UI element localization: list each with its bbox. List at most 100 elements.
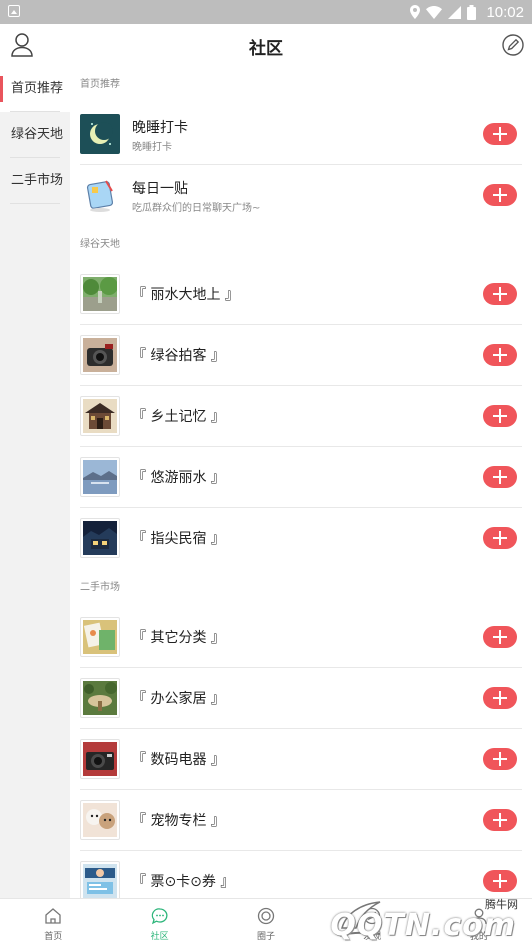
sidebar-item-label: 二手市场 (11, 173, 64, 188)
status-icons: 10:02 (410, 0, 524, 24)
list-item[interactable]: 『 指尖民宿 』 (80, 508, 522, 569)
page-title: 社区 (249, 39, 283, 59)
forum-thumbnail (80, 861, 120, 898)
watermark-domain: QQTN.com (330, 908, 516, 943)
list-item[interactable]: 『 票⊙卡⊙券 』 (80, 851, 522, 898)
tab-home[interactable]: 首页 (0, 899, 106, 946)
add-forum-button[interactable] (483, 283, 517, 305)
list-item[interactable]: 每日一贴 吃瓜群众们的日常聊天广场~ (80, 165, 522, 226)
forum-name: 晚睡打卡 (132, 120, 188, 136)
section-title: 绿谷天地 (80, 239, 120, 250)
list-item[interactable]: 『 悠游丽水 』 (80, 447, 522, 508)
battery-icon (467, 4, 477, 20)
forum-name: 『 悠游丽水 』 (132, 470, 225, 486)
chat-bubble-icon (151, 908, 168, 925)
forum-name: 『 其它分类 』 (132, 630, 225, 646)
list-item[interactable]: 『 丽水大地上 』 (80, 264, 522, 325)
list-item[interactable]: 『 办公家居 』 (80, 668, 522, 729)
moon-night-image (80, 114, 120, 154)
forum-description: 晚睡打卡 (132, 142, 172, 153)
tickets-image (83, 864, 117, 898)
sidebar-item-green-valley[interactable]: 绿谷天地 (0, 112, 70, 158)
forum-name: 『 数码电器 』 (132, 752, 225, 768)
status-bar: 10:02 (0, 0, 532, 24)
add-forum-button[interactable] (483, 748, 517, 770)
forum-name: 『 指尖民宿 』 (132, 531, 225, 547)
forum-thumbnail (80, 274, 120, 314)
add-forum-button[interactable] (483, 405, 517, 427)
add-forum-button[interactable] (483, 870, 517, 892)
green-street-image (83, 277, 118, 311)
forum-thumbnail (80, 114, 120, 154)
forum-thumbnail (80, 457, 120, 497)
forum-name: 每日一贴 (132, 181, 188, 197)
garden-table-image (83, 681, 117, 715)
night-house-image (83, 521, 117, 555)
add-forum-button[interactable] (483, 184, 517, 206)
misc-items-image (83, 620, 117, 654)
sidebar-item-label: 首页推荐 (11, 81, 64, 96)
pencil-circle-icon (502, 34, 524, 56)
app-header: 社区 (0, 24, 532, 66)
old-building-image (83, 399, 117, 433)
lake-scenery-image (83, 460, 117, 494)
forum-name: 『 办公家居 』 (132, 691, 225, 707)
forum-name: 『 绿谷拍客 』 (132, 348, 225, 364)
add-forum-button[interactable] (483, 626, 517, 648)
sticky-note-image (80, 175, 120, 215)
forum-name: 『 票⊙卡⊙券 』 (132, 874, 235, 890)
sidebar-item-recommend[interactable]: 首页推荐 (0, 66, 70, 112)
tab-label: 首页 (44, 932, 63, 942)
forum-thumbnail (80, 396, 120, 436)
location-icon (410, 5, 421, 19)
add-forum-button[interactable] (483, 123, 517, 145)
list-item[interactable]: 『 其它分类 』 (80, 607, 522, 668)
section-title: 首页推荐 (80, 79, 120, 90)
forum-name: 『 宠物专栏 』 (132, 813, 225, 829)
circle-target-icon (257, 907, 275, 925)
forum-name: 『 丽水大地上 』 (132, 287, 239, 303)
add-forum-button[interactable] (483, 687, 517, 709)
forum-thumbnail (80, 678, 120, 718)
forum-name: 『 乡土记忆 』 (132, 409, 225, 425)
sidebar-item-second-hand[interactable]: 二手市场 (0, 158, 70, 204)
sidebar-item-label: 绿谷天地 (11, 127, 64, 142)
forum-list: 首页推荐 晚睡打卡 晚睡打卡 每日一贴 吃瓜群众们的日常聊天广场~ 绿谷天地 『… (70, 66, 532, 898)
forum-thumbnail (80, 175, 120, 215)
list-item[interactable]: 『 数码电器 』 (80, 729, 522, 790)
section-second-hand: 『 其它分类 』 『 办公家居 』 『 数码电器 』 『 宠物专栏 』 『 票⊙… (70, 607, 532, 898)
list-item[interactable]: 『 乡土记忆 』 (80, 386, 522, 447)
wifi-icon (426, 5, 443, 19)
list-item[interactable]: 『 宠物专栏 』 (80, 790, 522, 851)
clock-time: 10:02 (486, 3, 524, 21)
section-green-valley: 『 丽水大地上 』 『 绿谷拍客 』 『 乡土记忆 』 『 悠游丽水 』 『 指… (70, 264, 532, 569)
watermark: 腾牛网 QQTN.com (326, 894, 526, 943)
add-forum-button[interactable] (483, 344, 517, 366)
list-item[interactable]: 晚睡打卡 晚睡打卡 (80, 104, 522, 165)
tab-label: 社区 (150, 932, 169, 942)
tab-community[interactable]: 社区 (106, 899, 212, 946)
compose-post-button[interactable] (502, 34, 524, 56)
add-forum-button[interactable] (483, 809, 517, 831)
notification-image-icon (8, 5, 20, 17)
section-title: 二手市场 (80, 582, 120, 593)
forum-thumbnail (80, 335, 120, 375)
forum-thumbnail (80, 739, 120, 779)
signal-icon (448, 5, 462, 19)
section-recommend: 晚睡打卡 晚睡打卡 每日一贴 吃瓜群众们的日常聊天广场~ (70, 104, 532, 226)
camera-image (83, 338, 117, 372)
forum-thumbnail (80, 800, 120, 840)
digital-camera-image (83, 742, 117, 776)
home-icon (45, 908, 61, 924)
forum-description: 吃瓜群众们的日常聊天广场~ (132, 203, 261, 214)
forum-thumbnail (80, 518, 120, 558)
add-forum-button[interactable] (483, 527, 517, 549)
category-sidebar: 首页推荐 绿谷天地 二手市场 (0, 66, 70, 898)
pets-image (83, 803, 117, 837)
tab-label: 圈子 (257, 932, 276, 942)
forum-thumbnail (80, 617, 120, 657)
list-item[interactable]: 『 绿谷拍客 』 (80, 325, 522, 386)
tab-circle[interactable]: 圈子 (213, 899, 319, 946)
divider (10, 203, 60, 204)
add-forum-button[interactable] (483, 466, 517, 488)
